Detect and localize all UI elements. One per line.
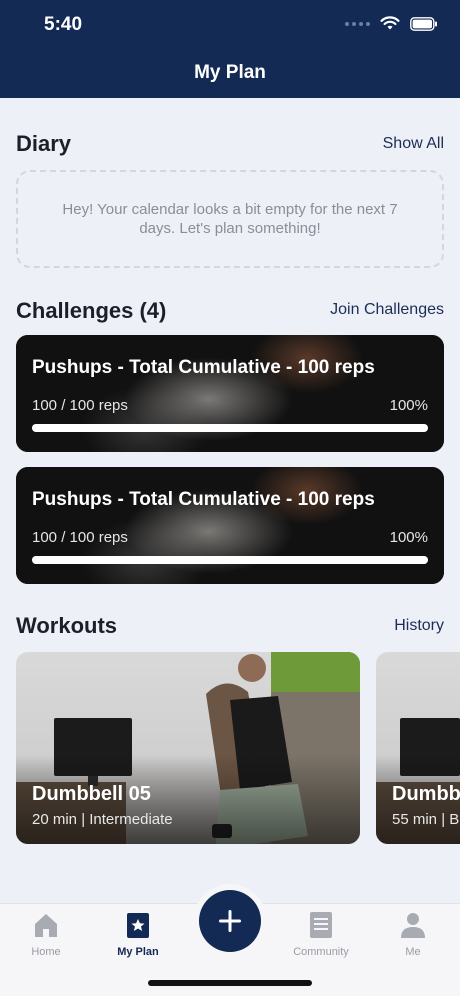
tab-my-plan[interactable]: My Plan	[103, 910, 173, 958]
diary-title: Diary	[16, 131, 72, 156]
cellular-signal-icon	[345, 21, 370, 26]
challenge-progress-text: 100 / 100 reps	[32, 529, 128, 546]
challenge-progress-text: 100 / 100 reps	[32, 397, 128, 414]
challenge-card[interactable]: Pushups - Total Cumulative - 100 reps 10…	[16, 335, 444, 452]
workout-meta: 20 min | Intermediate	[32, 811, 173, 828]
tab-me[interactable]: Me	[378, 910, 448, 958]
challenge-progress-percent: 100%	[389, 397, 428, 414]
challenge-progress-fill	[32, 424, 428, 432]
status-time: 5:40	[44, 14, 83, 35]
workout-card[interactable]: Dumbbell 05 20 min | Intermediate	[16, 652, 360, 844]
app-header: 5:40 My Plan	[0, 0, 460, 98]
diary-empty-text: Hey! Your calendar looks a bit empty for…	[62, 201, 398, 237]
page-title: My Plan	[194, 62, 266, 83]
show-all-link[interactable]: Show All	[383, 135, 444, 153]
history-link[interactable]: History	[394, 617, 444, 635]
diary-empty-state[interactable]: Hey! Your calendar looks a bit empty for…	[16, 170, 444, 268]
status-icons	[345, 16, 438, 31]
challenge-background-image	[16, 335, 444, 452]
battery-icon	[410, 16, 437, 31]
plus-icon	[219, 910, 241, 932]
workouts-title: Workouts	[16, 613, 118, 638]
challenge-card[interactable]: Pushups - Total Cumulative - 100 reps 10…	[16, 467, 444, 584]
challenge-title: Pushups - Total Cumulative - 100 reps	[32, 357, 375, 378]
workout-card[interactable]: Dumbb 55 min | B	[376, 652, 460, 844]
challenges-title: Challenges (4)	[16, 298, 167, 323]
person-icon	[401, 913, 425, 938]
tab-home[interactable]: Home	[11, 910, 81, 958]
tab-community-label: Community	[293, 946, 349, 958]
tab-community[interactable]: Community	[286, 910, 356, 958]
challenge-progress-percent: 100%	[389, 529, 428, 546]
wifi-icon	[380, 16, 400, 30]
document-icon	[310, 912, 332, 938]
home-icon	[35, 914, 57, 937]
add-button[interactable]	[199, 890, 261, 952]
tab-me-label: Me	[405, 946, 421, 958]
tab-home-label: Home	[31, 946, 61, 958]
challenge-progress-bar	[32, 424, 428, 432]
challenge-progress-fill	[32, 556, 428, 564]
workout-name: Dumbb	[392, 783, 460, 805]
star-calendar-icon	[127, 913, 149, 938]
challenge-progress-bar	[32, 556, 428, 564]
join-challenges-link[interactable]: Join Challenges	[330, 301, 444, 319]
tab-my-plan-label: My Plan	[117, 946, 159, 958]
home-indicator	[148, 980, 312, 986]
challenge-title: Pushups - Total Cumulative - 100 reps	[32, 489, 375, 510]
workout-name: Dumbbell 05	[32, 783, 151, 805]
workout-meta: 55 min | B	[392, 811, 460, 828]
challenge-background-image	[16, 467, 444, 584]
